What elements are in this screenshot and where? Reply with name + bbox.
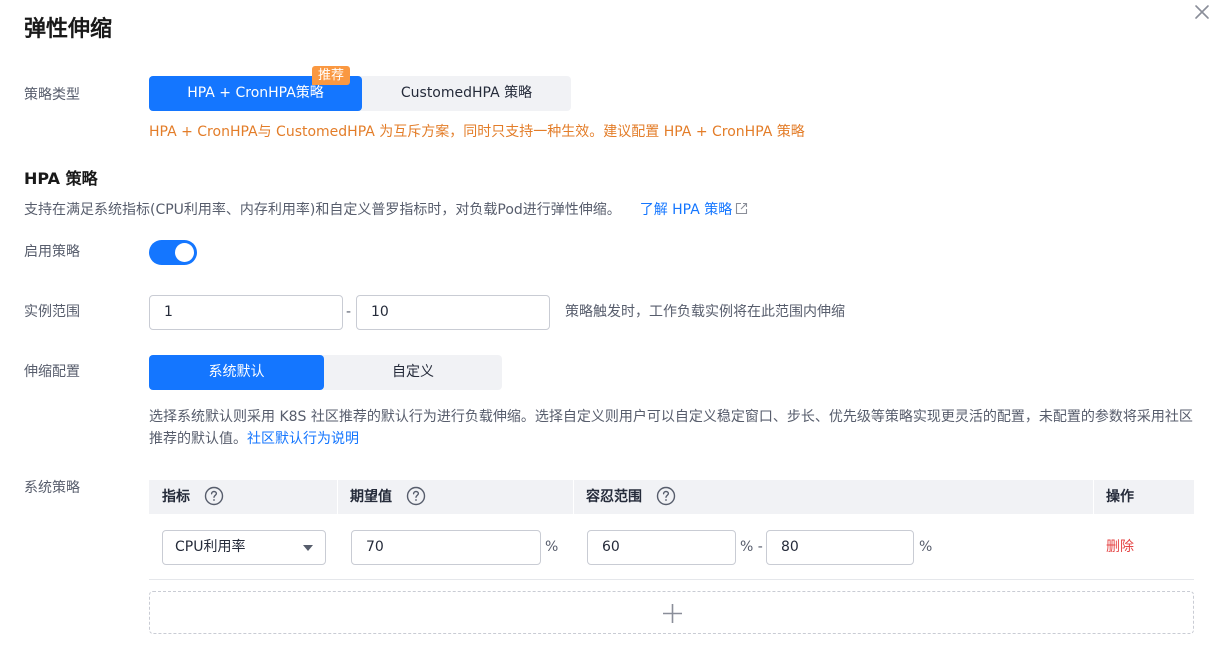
column-metric: 指标 [162,480,224,514]
scaling-option-default[interactable]: 系统默认 [149,355,324,390]
delete-row-button[interactable]: 删除 [1106,537,1134,557]
add-policy-row-button[interactable] [149,591,1194,634]
column-divider [1093,480,1094,514]
metric-select-value: CPU利用率 [175,539,246,555]
tolerance-separator: % - [740,539,763,555]
column-expected: 期望值 [350,480,426,514]
learn-hpa-link[interactable]: 了解 HPA 策略 [640,202,749,218]
policy-type-segmented: HPA + CronHPA策略 CustomedHPA 策略 [149,76,571,111]
toggle-knob [175,243,194,262]
scaling-config-label: 伸缩配置 [24,364,80,380]
system-policy-label: 系统策略 [24,480,80,496]
column-metric-label: 指标 [162,489,190,505]
policy-type-label: 策略类型 [24,87,80,103]
community-behavior-link[interactable]: 社区默认行为说明 [247,431,359,447]
scaling-config-segmented: 系统默认 自定义 [149,355,502,390]
column-tolerance-label: 容忍范围 [586,489,642,505]
instance-range-hint: 策略触发时，工作负载实例将在此范围内伸缩 [565,304,845,320]
tolerance-unit: % [919,539,933,555]
metric-select[interactable]: CPU利用率 [162,530,326,565]
column-tolerance: 容忍范围 [586,480,676,514]
learn-hpa-link-label: 了解 HPA 策略 [639,202,733,218]
hpa-section-title: HPA 策略 [24,169,98,188]
range-separator: - [346,304,352,320]
close-button[interactable] [1192,2,1212,22]
tolerance-min-input[interactable]: 60 [587,530,736,565]
enable-policy-toggle[interactable] [149,240,197,265]
help-icon[interactable] [406,486,426,506]
column-expected-label: 期望值 [350,489,392,505]
chevron-down-icon [303,545,313,551]
tolerance-max-input[interactable]: 80 [766,530,914,565]
enable-policy-label: 启用策略 [24,244,80,260]
help-icon[interactable] [656,486,676,506]
plus-icon [663,604,682,623]
mutual-exclusion-warning: HPA + CronHPA与 CustomedHPA 为互斥方案，同时只支持一种… [149,124,805,140]
instance-range-label: 实例范围 [24,304,80,320]
external-link-icon [736,202,748,215]
column-divider [573,480,574,514]
instance-min-input[interactable]: 1 [149,295,343,330]
help-icon[interactable] [204,486,224,506]
column-divider [337,480,338,514]
row-divider [149,579,1194,580]
policy-table-header: 指标 期望值 容忍范围 操作 [149,480,1194,514]
scaling-option-custom[interactable]: 自定义 [324,355,502,390]
instance-max-input[interactable]: 10 [356,295,550,330]
close-icon [1195,5,1209,19]
recommended-badge: 推荐 [312,66,351,85]
hpa-description: 支持在满足系统指标(CPU利用率、内存利用率)和自定义普罗指标时，对负载Pod进… [24,200,748,220]
column-action: 操作 [1106,489,1134,505]
dialog-title: 弹性伸缩 [24,17,113,42]
expected-value-input[interactable]: 70 [351,530,541,565]
scaling-description: 选择系统默认则采用 K8S 社区推荐的默认行为进行负载伸缩。选择自定义则用户可以… [149,406,1199,450]
policy-option-customedhpa[interactable]: CustomedHPA 策略 [362,76,571,111]
expected-unit: % [545,539,559,555]
hpa-description-text: 支持在满足系统指标(CPU利用率、内存利用率)和自定义普罗指标时，对负载Pod进… [24,202,621,218]
